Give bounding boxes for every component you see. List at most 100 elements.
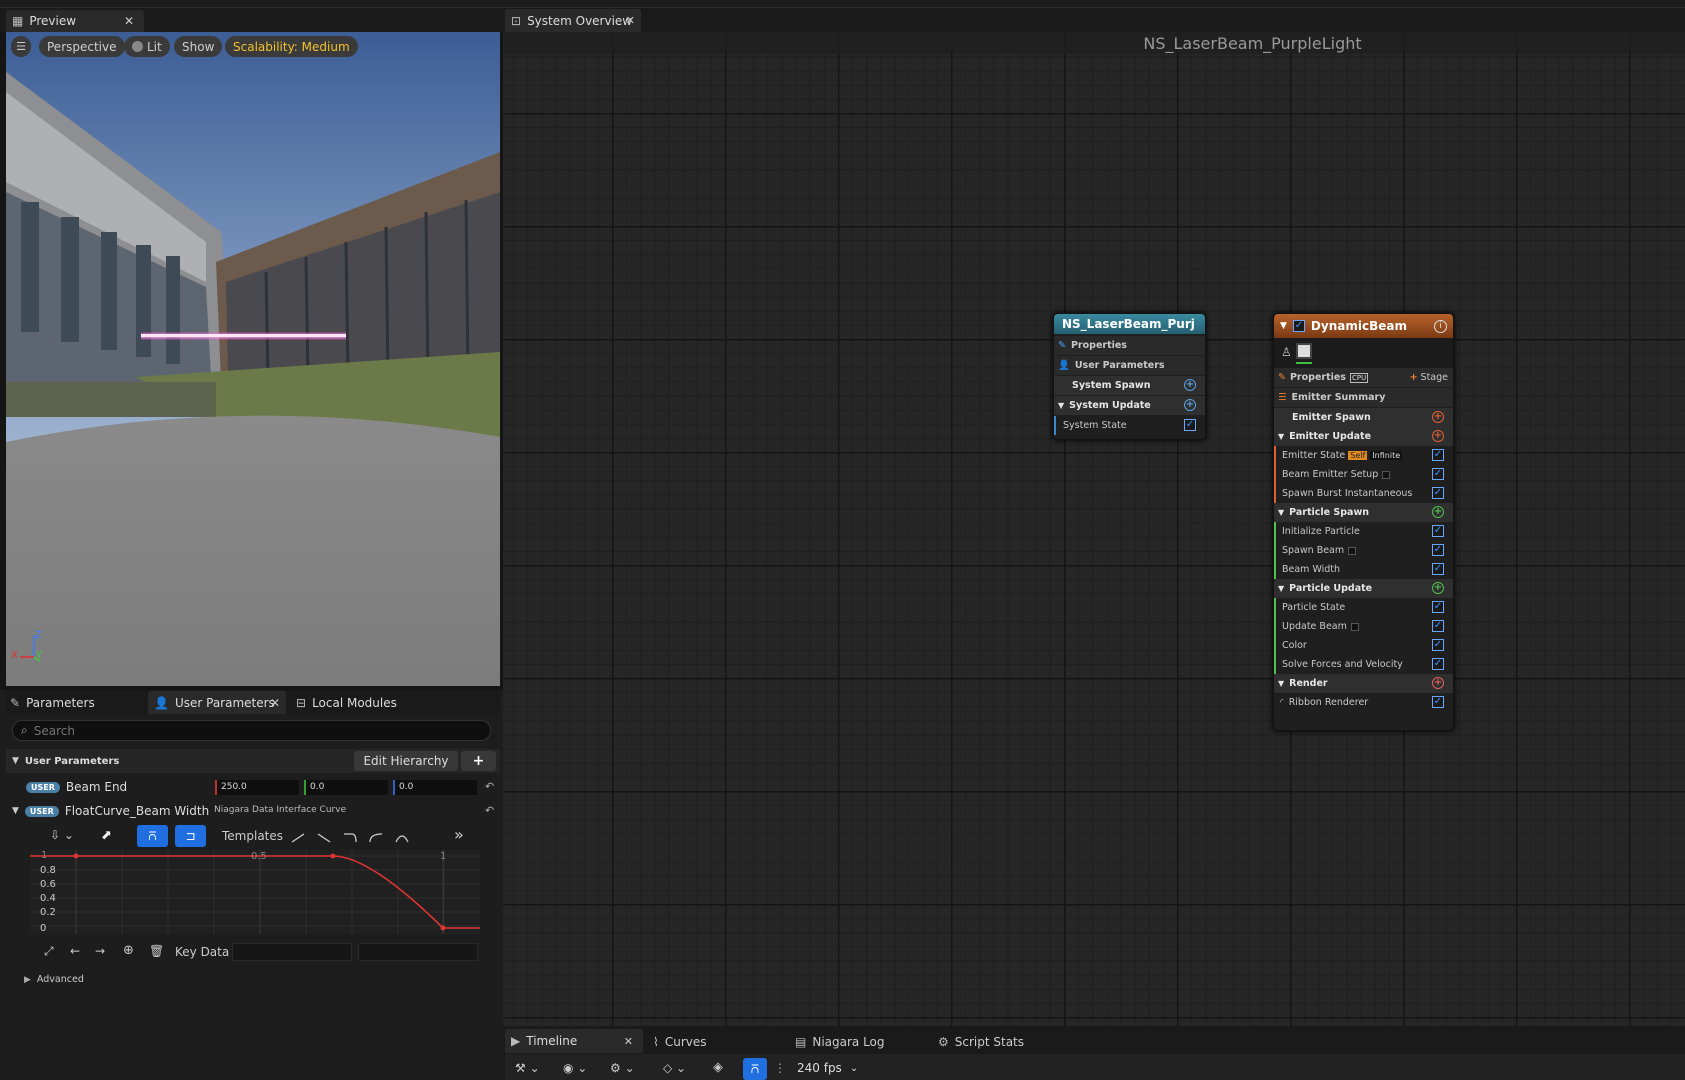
emitter-spawn-row[interactable]: Emitter Spawn + xyxy=(1274,408,1453,427)
add-module-icon[interactable]: + xyxy=(1432,582,1444,594)
emitter-update-row[interactable]: ▼ Emitter Update + xyxy=(1274,427,1453,446)
render-row[interactable]: ▼ Render + xyxy=(1274,674,1453,693)
emitter-thumbnail[interactable] xyxy=(1296,343,1312,359)
particle-spawn-row[interactable]: ▼ Particle Spawn + xyxy=(1274,503,1453,522)
eye-icon[interactable]: ◉ ⌄ xyxy=(563,1061,587,1075)
solve-forces-row[interactable]: Solve Forces and Velocity ✓ xyxy=(1274,655,1453,674)
tab-curves[interactable]: ⌇ Curves xyxy=(653,1031,707,1053)
close-icon[interactable]: ✕ xyxy=(626,14,635,27)
beam-emitter-setup-row[interactable]: Beam Emitter Setup ✓ xyxy=(1274,465,1453,484)
add-module-icon[interactable]: + xyxy=(1432,506,1444,518)
scalability-button[interactable]: Scalability: Medium xyxy=(225,36,358,57)
enabled-checkbox[interactable]: ✓ xyxy=(1432,449,1444,461)
enabled-checkbox[interactable]: ✓ xyxy=(1432,525,1444,537)
chevron-down-icon[interactable]: ▼ xyxy=(1280,321,1287,331)
beam-end-z-field[interactable]: 0.0 xyxy=(393,780,477,795)
system-update-row[interactable]: ▼ System Update + xyxy=(1054,396,1205,415)
fps-dropdown[interactable]: 240 fps ⌄ xyxy=(797,1061,858,1075)
system-properties-row[interactable]: ✎ Properties xyxy=(1054,336,1205,355)
keyframe-icon[interactable]: ◈ xyxy=(713,1060,723,1075)
particle-state-row[interactable]: Particle State ✓ xyxy=(1274,598,1453,617)
delete-key-icon[interactable]: 🗑 xyxy=(149,944,164,958)
prev-key-icon[interactable]: ← xyxy=(70,944,80,958)
system-spawn-row[interactable]: System Spawn + xyxy=(1054,376,1205,395)
emitter-node[interactable]: ▼ ✓ DynamicBeam i ♙ ✎ Properties CPU + S… xyxy=(1273,313,1454,731)
system-overview-tab[interactable]: ⊡ System Overview ✕ xyxy=(505,9,641,32)
add-key-icon[interactable]: ⊕ xyxy=(123,943,134,958)
add-module-icon[interactable]: + xyxy=(1432,677,1444,689)
enabled-checkbox[interactable]: ✓ xyxy=(1432,487,1444,499)
emitter-node-header[interactable]: ▼ ✓ DynamicBeam i xyxy=(1274,314,1453,338)
viewport[interactable]: ☰ Perspective Lit Show Scalability: Medi… xyxy=(6,32,500,686)
enabled-checkbox[interactable]: ✓ xyxy=(1432,620,1444,632)
chevron-down-icon[interactable]: ▼ xyxy=(12,806,19,816)
viewport-menu-button[interactable]: ☰ xyxy=(11,36,31,57)
tab-timeline[interactable]: ▶ Timeline ✕ xyxy=(505,1029,643,1053)
ribbon-renderer-row[interactable]: ◜ Ribbon Renderer ✓ xyxy=(1274,693,1453,712)
enabled-checkbox[interactable]: ✓ xyxy=(1432,468,1444,480)
search-box[interactable]: ⌕ xyxy=(12,720,491,741)
color-row[interactable]: Color ✓ xyxy=(1274,636,1453,655)
update-beam-row[interactable]: Update Beam ✓ xyxy=(1274,617,1453,636)
enabled-checkbox[interactable]: ✓ xyxy=(1184,419,1196,431)
snap-button[interactable]: ⩃ xyxy=(743,1058,767,1080)
add-module-icon[interactable]: + xyxy=(1184,399,1196,411)
enabled-checkbox[interactable]: ✓ xyxy=(1432,544,1444,556)
add-module-icon[interactable]: + xyxy=(1432,430,1444,442)
close-icon[interactable]: ✕ xyxy=(270,696,280,710)
tab-parameters[interactable]: ✎ Parameters xyxy=(10,693,95,713)
info-icon[interactable]: i xyxy=(1434,319,1447,333)
beam-end-x-field[interactable]: 250.0 xyxy=(215,780,299,795)
key-time-field[interactable] xyxy=(232,943,352,961)
emitter-enabled-checkbox[interactable]: ✓ xyxy=(1292,320,1305,332)
spawn-beam-row[interactable]: Spawn Beam ✓ xyxy=(1274,541,1453,560)
tab-user-parameters[interactable]: 👤 User Parameters ✕ xyxy=(148,691,286,714)
show-button[interactable]: Show xyxy=(174,36,223,57)
tab-niagara-log[interactable]: ▤ Niagara Log xyxy=(795,1031,885,1053)
emitter-summary-row[interactable]: ☰ Emitter Summary xyxy=(1274,388,1453,407)
advanced-row[interactable]: ▶ Advanced xyxy=(24,974,84,985)
tab-script-stats[interactable]: ⚙ Script Stats xyxy=(938,1031,1024,1053)
system-state-row[interactable]: System State ✓ xyxy=(1054,416,1205,435)
add-parameter-button[interactable]: + xyxy=(461,751,496,771)
tab-local-modules[interactable]: ⊟ Local Modules xyxy=(296,693,397,713)
reset-icon[interactable]: ↶ xyxy=(485,780,494,793)
system-node-header[interactable]: NS_LaserBeam_Purj xyxy=(1054,314,1205,334)
initialize-particle-row[interactable]: Initialize Particle ✓ xyxy=(1274,522,1453,541)
more-options-icon[interactable]: ⋮ xyxy=(774,1061,786,1075)
lit-button[interactable]: Lit xyxy=(124,36,170,57)
close-icon[interactable]: ✕ xyxy=(624,1035,633,1048)
add-module-icon[interactable]: + xyxy=(1432,411,1444,423)
enabled-checkbox[interactable]: ✓ xyxy=(1432,563,1444,575)
wrench-icon[interactable]: ⚒ ⌄ xyxy=(515,1061,540,1075)
enabled-checkbox[interactable]: ✓ xyxy=(1432,601,1444,613)
curve-templates[interactable] xyxy=(290,830,420,846)
emitter-properties-row[interactable]: ✎ Properties CPU + Stage xyxy=(1274,368,1453,387)
system-user-params-row[interactable]: 👤 User Parameters xyxy=(1054,356,1205,375)
fit-icon[interactable]: ⤢ xyxy=(44,944,54,959)
spawn-burst-row[interactable]: Spawn Burst Instantaneous ✓ xyxy=(1274,484,1453,503)
particle-update-row[interactable]: ▼ Particle Update + xyxy=(1274,579,1453,598)
key-value-field[interactable] xyxy=(358,943,478,961)
graph-canvas[interactable] xyxy=(503,32,1685,1026)
key-interp-icon[interactable]: ⇩ ⌄ xyxy=(50,828,74,842)
gear-icon[interactable]: ⚙ ⌄ xyxy=(610,1061,635,1075)
add-module-icon[interactable]: + xyxy=(1184,379,1196,391)
beam-width-row[interactable]: Beam Width ✓ xyxy=(1274,560,1453,579)
external-link-icon[interactable]: ⬈ xyxy=(101,828,112,843)
reset-icon[interactable]: ↶ xyxy=(485,804,494,817)
enabled-checkbox[interactable]: ✓ xyxy=(1432,639,1444,651)
preview-tab[interactable]: ▦ Preview ✕ xyxy=(6,10,144,32)
close-icon[interactable]: ✕ xyxy=(124,14,134,28)
perspective-button[interactable]: Perspective xyxy=(39,36,125,57)
snap-time-button[interactable]: ⊐ xyxy=(175,825,206,847)
next-key-icon[interactable]: → xyxy=(95,944,105,958)
snap-value-button[interactable]: ⩃ xyxy=(137,825,168,847)
emitter-state-row[interactable]: Emitter State Self Infinite ✓ xyxy=(1274,446,1453,465)
beam-end-y-field[interactable]: 0.0 xyxy=(304,780,388,795)
edit-hierarchy-button[interactable]: Edit Hierarchy xyxy=(354,751,458,771)
enabled-checkbox[interactable]: ✓ xyxy=(1432,696,1444,708)
add-stage-button[interactable]: + Stage xyxy=(1410,372,1448,383)
search-input[interactable] xyxy=(33,723,454,738)
enabled-checkbox[interactable]: ✓ xyxy=(1432,658,1444,670)
